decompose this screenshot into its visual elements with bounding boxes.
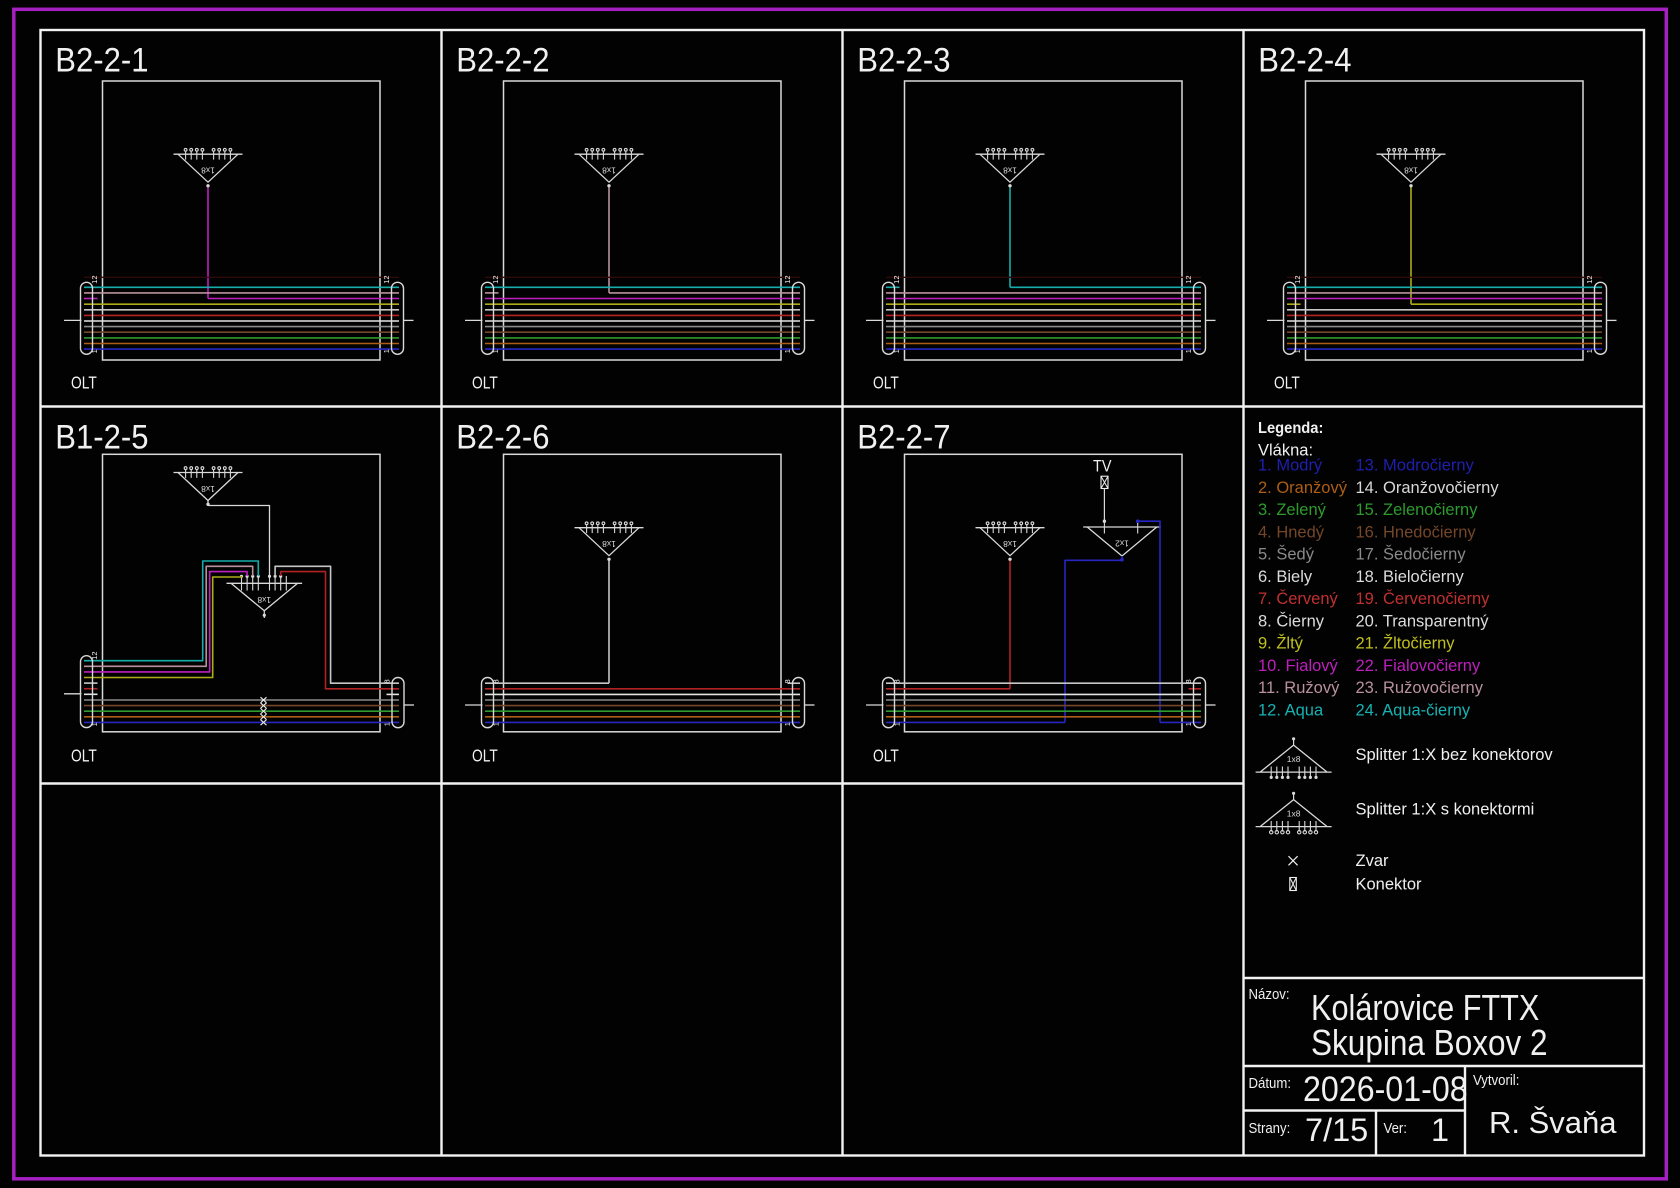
svg-text:4. Hnedý: 4. Hnedý	[1258, 523, 1325, 541]
svg-text:13. Modročierny: 13. Modročierny	[1356, 457, 1475, 475]
svg-text:1x8: 1x8	[602, 539, 616, 549]
svg-text:Legenda:: Legenda:	[1258, 419, 1323, 437]
svg-text:5. Šedý: 5. Šedý	[1258, 545, 1315, 564]
svg-text:12. Aqua: 12. Aqua	[1258, 702, 1324, 720]
svg-text:1x8: 1x8	[1003, 166, 1017, 176]
svg-text:Vytvoril:: Vytvoril:	[1473, 1071, 1519, 1088]
svg-text:1: 1	[90, 349, 99, 353]
svg-text:OLT: OLT	[472, 747, 498, 766]
svg-text:8. Čierny: 8. Čierny	[1258, 611, 1325, 630]
svg-text:1: 1	[383, 722, 392, 726]
svg-text:Názov:: Názov:	[1249, 985, 1290, 1002]
svg-text:1: 1	[783, 722, 792, 726]
svg-text:18. Bieločierny: 18. Bieločierny	[1356, 568, 1465, 586]
svg-text:8: 8	[491, 679, 500, 683]
svg-text:1: 1	[90, 722, 99, 726]
svg-text:19. Červenočierny: 19. Červenočierny	[1356, 589, 1491, 608]
svg-text:OLT: OLT	[472, 374, 498, 393]
svg-text:B1-2-5: B1-2-5	[55, 417, 148, 456]
svg-text:9. Žltý: 9. Žltý	[1258, 634, 1304, 653]
svg-text:8: 8	[383, 679, 392, 683]
svg-text:23. Ružovočierny: 23. Ružovočierny	[1356, 679, 1484, 697]
svg-text:1: 1	[382, 349, 391, 353]
svg-text:OLT: OLT	[71, 374, 97, 393]
svg-text:1: 1	[1184, 349, 1193, 353]
svg-text:1x8: 1x8	[1287, 809, 1301, 819]
svg-text:B2-2-1: B2-2-1	[55, 40, 148, 79]
svg-text:12: 12	[382, 275, 391, 283]
svg-text:16. Hnedočierny: 16. Hnedočierny	[1356, 523, 1477, 541]
svg-text:12: 12	[1293, 275, 1302, 283]
svg-text:Splitter 1:X s konektormi: Splitter 1:X s konektormi	[1356, 801, 1535, 819]
svg-text:22. Fialovočierny: 22. Fialovočierny	[1356, 657, 1481, 675]
svg-text:OLT: OLT	[71, 747, 97, 766]
svg-text:1x8: 1x8	[1404, 166, 1418, 176]
svg-text:17. Šedočierny: 17. Šedočierny	[1356, 545, 1467, 564]
svg-text:1x8: 1x8	[201, 484, 215, 494]
svg-text:2. Oranžový: 2. Oranžový	[1258, 479, 1348, 497]
svg-text:Ver:: Ver:	[1384, 1119, 1407, 1136]
svg-text:21. Žltočierny: 21. Žltočierny	[1356, 634, 1456, 653]
svg-text:Konektor: Konektor	[1356, 876, 1423, 894]
svg-text:7/15: 7/15	[1305, 1112, 1368, 1148]
svg-text:1x8: 1x8	[1287, 754, 1301, 764]
svg-text:1: 1	[491, 349, 500, 353]
svg-text:1x2: 1x2	[1115, 539, 1129, 549]
svg-text:15. Zelenočierny: 15. Zelenočierny	[1356, 501, 1479, 519]
svg-text:8: 8	[783, 679, 792, 683]
svg-text:12: 12	[90, 275, 99, 283]
svg-text:8: 8	[1184, 679, 1193, 683]
svg-text:B2-2-3: B2-2-3	[857, 40, 950, 79]
svg-text:12: 12	[1585, 275, 1594, 283]
svg-text:1: 1	[1184, 722, 1193, 726]
svg-text:OLT: OLT	[873, 747, 899, 766]
svg-text:7. Červený: 7. Červený	[1258, 589, 1339, 608]
svg-text:24. Aqua-čierny: 24. Aqua-čierny	[1356, 702, 1471, 720]
svg-text:Skupina Boxov 2: Skupina Boxov 2	[1311, 1023, 1548, 1063]
svg-text:B2-2-7: B2-2-7	[857, 417, 950, 456]
svg-text:6. Biely: 6. Biely	[1258, 568, 1313, 586]
svg-text:1x8: 1x8	[602, 166, 616, 176]
svg-text:1. Modrý: 1. Modrý	[1258, 457, 1323, 475]
svg-text:10. Fialový: 10. Fialový	[1258, 657, 1339, 675]
svg-text:R. Švaňa: R. Švaňa	[1489, 1105, 1617, 1140]
svg-text:3. Zelený: 3. Zelený	[1258, 501, 1327, 519]
svg-text:1: 1	[491, 722, 500, 726]
svg-text:12: 12	[783, 275, 792, 283]
svg-text:12: 12	[892, 275, 901, 283]
svg-text:1: 1	[783, 349, 792, 353]
svg-text:Zvar: Zvar	[1356, 852, 1390, 870]
svg-text:1x8: 1x8	[201, 166, 215, 176]
svg-text:1: 1	[1431, 1112, 1449, 1148]
svg-text:Strany:: Strany:	[1249, 1119, 1291, 1136]
svg-text:B2-2-2: B2-2-2	[456, 40, 549, 79]
svg-text:B2-2-6: B2-2-6	[456, 417, 549, 456]
svg-text:OLT: OLT	[1274, 374, 1300, 393]
svg-text:1: 1	[1585, 349, 1594, 353]
svg-text:11. Ružový: 11. Ružový	[1258, 679, 1340, 697]
svg-text:1x8: 1x8	[257, 595, 271, 605]
svg-text:Splitter 1:X bez konektorov: Splitter 1:X bez konektorov	[1356, 746, 1554, 764]
svg-text:2026-01-08: 2026-01-08	[1303, 1071, 1468, 1110]
svg-text:OLT: OLT	[873, 374, 899, 393]
svg-text:12: 12	[90, 651, 99, 659]
svg-text:20. Transparentný: 20. Transparentný	[1356, 612, 1490, 630]
svg-text:8: 8	[892, 679, 901, 683]
svg-text:1: 1	[1293, 349, 1302, 353]
svg-text:1x8: 1x8	[1003, 539, 1017, 549]
svg-text:1: 1	[892, 349, 901, 353]
svg-text:12: 12	[1184, 275, 1193, 283]
svg-text:12: 12	[491, 275, 500, 283]
svg-text:14. Oranžovočierny: 14. Oranžovočierny	[1356, 479, 1500, 497]
svg-text:B2-2-4: B2-2-4	[1258, 40, 1351, 79]
svg-text:TV: TV	[1093, 458, 1112, 476]
svg-text:Dátum:: Dátum:	[1249, 1074, 1291, 1091]
svg-text:1: 1	[892, 722, 901, 726]
